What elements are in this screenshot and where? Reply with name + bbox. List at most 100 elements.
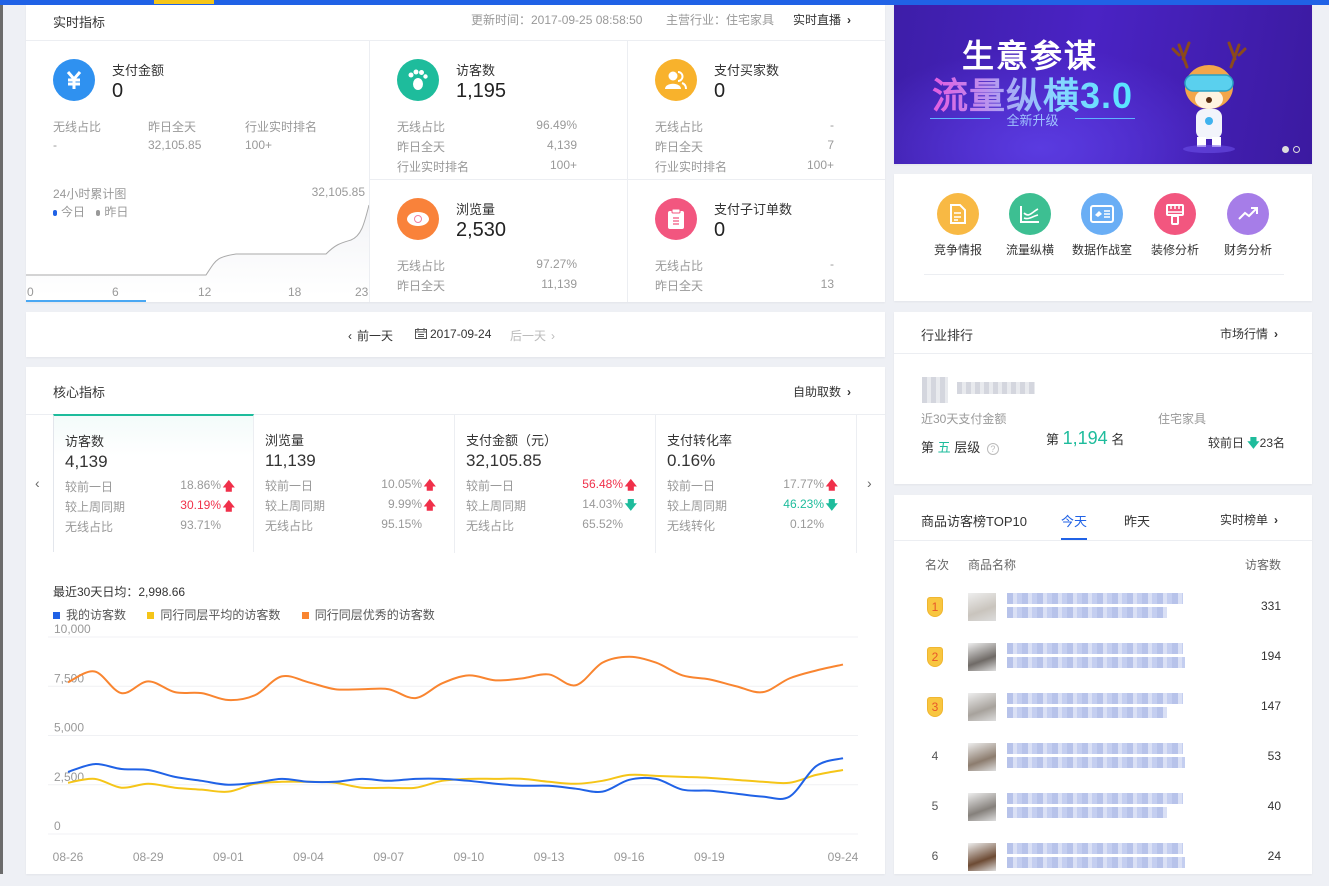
product-name-blurred[interactable] bbox=[1007, 593, 1183, 604]
rank-value: 1,194 bbox=[1062, 428, 1108, 448]
divider bbox=[26, 40, 885, 41]
buyers-row-label: 无线占比 bbox=[655, 120, 704, 134]
shortcut-decoration[interactable]: 装修分析 bbox=[1139, 193, 1211, 258]
x-tick-label: 09-04 bbox=[293, 850, 324, 864]
product-name-blurred[interactable] bbox=[1007, 643, 1183, 654]
product-name-blurred[interactable] bbox=[1007, 857, 1185, 868]
rank-change-value: 23名 bbox=[1259, 436, 1285, 450]
table-row[interactable]: 3 147 bbox=[894, 686, 1312, 736]
product-name-blurred[interactable] bbox=[1007, 657, 1185, 668]
hour-tick: 0 bbox=[27, 285, 34, 299]
shortcut-competition[interactable]: 竞争情报 bbox=[922, 193, 994, 258]
product-name-blurred[interactable] bbox=[1007, 607, 1167, 618]
current-date: 2017-09-24 bbox=[430, 327, 492, 341]
x-tick-label: 09-13 bbox=[534, 850, 565, 864]
banner-dot[interactable] bbox=[1293, 146, 1300, 153]
buyers-label: 支付买家数 bbox=[714, 63, 780, 78]
tab-yesterday[interactable]: 昨天 bbox=[1124, 511, 1150, 530]
buyers-row-label: 昨日全天 bbox=[655, 140, 704, 154]
tier-prefix: 第 bbox=[921, 440, 935, 455]
rank-prefix: 第 bbox=[1046, 432, 1060, 447]
product-name-blurred[interactable] bbox=[1007, 843, 1183, 854]
update-time: 更新时间：2017-09-25 08:58:50 bbox=[471, 13, 643, 27]
buyers-row-value: 7 bbox=[827, 138, 834, 152]
y-tick-label: 7,500 bbox=[54, 671, 84, 685]
yesterday-area bbox=[26, 205, 369, 295]
table-row[interactable]: 1 331 bbox=[894, 586, 1312, 636]
core-metrics-card: 核心指标 自助取数 › ‹ › 访客数 4,139 较前一日 18.86% 🡅 较上周同期… bbox=[26, 367, 885, 874]
market-trends-link[interactable]: 市场行情 › bbox=[1220, 325, 1278, 342]
pageviews-row-label: 昨日全天 bbox=[397, 279, 446, 293]
visitors-row-value: 96.49% bbox=[536, 118, 577, 132]
next-day-button[interactable]: 后一天 › bbox=[510, 327, 555, 344]
x-tick-label: 08-26 bbox=[53, 850, 84, 864]
buyers-row-value: - bbox=[830, 118, 834, 132]
product-name-blurred[interactable] bbox=[1007, 707, 1167, 718]
product-visitors: 40 bbox=[1267, 799, 1281, 813]
pay-col-label: 行业实时排名 bbox=[245, 120, 318, 134]
product-thumbnail[interactable] bbox=[968, 693, 996, 721]
chevron-right-icon: › bbox=[1274, 327, 1279, 341]
col-product: 商品名称 bbox=[968, 558, 1017, 572]
divider bbox=[894, 353, 1312, 354]
table-row[interactable]: 4 53 bbox=[894, 736, 1312, 786]
shop-name-blurred bbox=[957, 382, 1035, 394]
col-visitors: 访客数 bbox=[1244, 558, 1281, 572]
product-thumbnail[interactable] bbox=[968, 593, 996, 621]
series-average-line bbox=[67, 768, 844, 793]
deer-mascot-icon bbox=[1171, 41, 1247, 153]
trend-icon bbox=[1227, 193, 1269, 235]
rank-badge: 2 bbox=[927, 647, 943, 667]
shortcut-label: 竞争情报 bbox=[933, 243, 982, 257]
product-name-blurred[interactable] bbox=[1007, 757, 1185, 768]
prev-day-button[interactable]: ‹ 前一天 bbox=[348, 327, 393, 344]
product-thumbnail[interactable] bbox=[968, 743, 996, 771]
pay-col-value: - bbox=[53, 138, 57, 152]
product-thumbnail[interactable] bbox=[968, 643, 996, 671]
visitors-row-label: 昨日全天 bbox=[397, 140, 446, 154]
calendar-icon bbox=[415, 328, 427, 339]
product-name-blurred[interactable] bbox=[1007, 693, 1183, 704]
product-name-blurred[interactable] bbox=[1007, 807, 1167, 818]
table-row[interactable]: 2 194 bbox=[894, 636, 1312, 686]
promo-banner[interactable]: 生意参谋 流量纵横3.0 全新升级 bbox=[894, 5, 1312, 164]
help-icon[interactable]: ? bbox=[986, 443, 999, 455]
visitors-value: 1,195 bbox=[456, 80, 507, 102]
table-row[interactable]: 6 24 bbox=[894, 836, 1312, 886]
x-tick-label: 09-07 bbox=[373, 850, 404, 864]
date-navigator: ‹ 前一天 2017-09-24 后一天 › bbox=[26, 312, 885, 357]
pay-amount-value: 0 bbox=[112, 80, 124, 102]
product-name-blurred[interactable] bbox=[1007, 793, 1183, 804]
shortcut-label: 流量纵横 bbox=[1005, 243, 1054, 257]
product-thumbnail[interactable] bbox=[968, 793, 996, 821]
pageviews-label: 浏览量 bbox=[456, 202, 496, 217]
shortcut-finance[interactable]: 财务分析 bbox=[1212, 193, 1284, 258]
market-trends-label: 市场行情 bbox=[1220, 327, 1269, 341]
product-name-blurred[interactable] bbox=[1007, 743, 1183, 754]
tab-today[interactable]: 今天 bbox=[1061, 511, 1088, 540]
active-nav-indicator bbox=[154, 0, 214, 4]
brush-icon bbox=[1154, 193, 1196, 235]
date-picker[interactable]: 2017-09-24 bbox=[415, 327, 491, 341]
banner-dot-active[interactable] bbox=[1282, 146, 1289, 153]
visitors-row-value: 100+ bbox=[549, 158, 577, 172]
product-visitors: 194 bbox=[1260, 649, 1281, 663]
shortcut-data-room[interactable]: 数据作战室 bbox=[1066, 193, 1138, 258]
sub-orders-row-label: 昨日全天 bbox=[655, 279, 704, 293]
traffic-chart-icon bbox=[1009, 193, 1051, 235]
live-broadcast-link[interactable]: 实时直播 › bbox=[793, 11, 851, 28]
shortcut-label: 财务分析 bbox=[1223, 243, 1272, 257]
x-tick-label: 08-29 bbox=[133, 850, 164, 864]
shop-logo-blurred bbox=[922, 377, 948, 403]
chevron-left-icon: ‹ bbox=[348, 329, 352, 343]
product-thumbnail[interactable] bbox=[968, 843, 996, 871]
shortcut-traffic[interactable]: 流量纵横 bbox=[994, 193, 1066, 258]
live-ranking-link[interactable]: 实时榜单 › bbox=[1220, 511, 1278, 528]
chevron-right-icon: › bbox=[1274, 513, 1279, 527]
y-tick-label: 5,000 bbox=[54, 721, 84, 735]
live-ranking-label: 实时榜单 bbox=[1220, 513, 1269, 527]
visitors-row-label: 行业实时排名 bbox=[397, 160, 470, 174]
realtime-metrics-card: 实时指标 更新时间：2017-09-25 08:58:50 主营行业：住宅家具 … bbox=[26, 5, 885, 302]
table-row[interactable]: 5 40 bbox=[894, 786, 1312, 836]
visitors-row-value: 4,139 bbox=[546, 138, 577, 152]
